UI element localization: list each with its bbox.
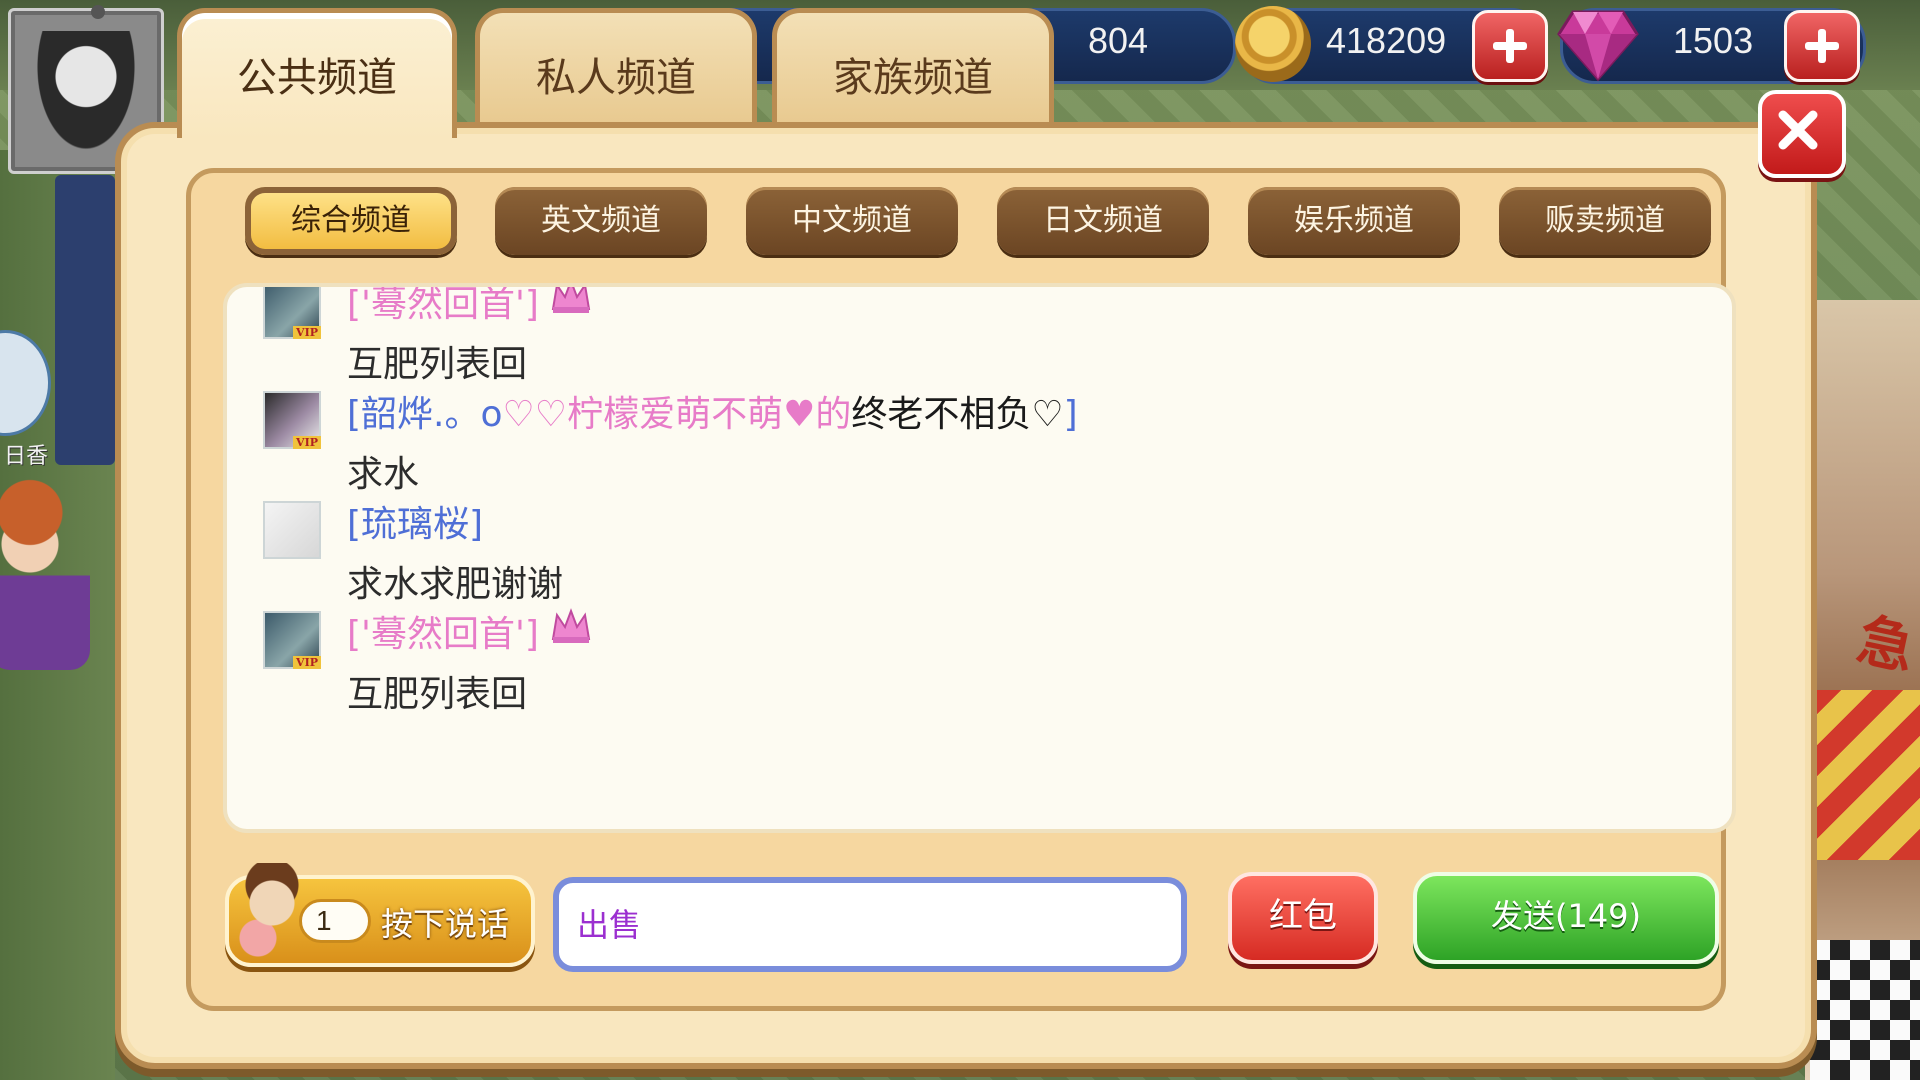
chat-message: VIP ['蓦然回首'] 互肥列表回	[227, 591, 1732, 725]
avatar-pin-icon	[91, 5, 105, 19]
sender-avatar[interactable]	[263, 501, 321, 559]
sender-name-part: [韶烨.。o	[347, 394, 503, 435]
chat-input[interactable]: 出售	[553, 877, 1187, 972]
subtab-japanese-channel[interactable]: 日文频道	[997, 187, 1209, 255]
tab-public-channel[interactable]: 公共频道	[177, 8, 457, 138]
add-coins-button[interactable]	[1472, 10, 1548, 82]
sender-name-part: ]	[1063, 394, 1078, 435]
subtab-general-channel[interactable]: 综合频道	[245, 187, 457, 255]
add-gems-button[interactable]	[1784, 10, 1860, 82]
gem-icon	[1557, 10, 1639, 82]
message-list[interactable]: VIP ['蓦然回首'] 互肥列表回 VIP [韶烨.。o♡♡柠檬爱萌不萌♥的终…	[223, 283, 1736, 833]
red-packet-button[interactable]: 红包	[1228, 872, 1378, 964]
voice-count: 1	[299, 899, 371, 943]
tab-family-channel[interactable]: 家族频道	[772, 8, 1054, 126]
subtab-entertainment-channel[interactable]: 娱乐频道	[1248, 187, 1460, 255]
blue-pillar	[55, 175, 115, 465]
hud-stat-value: 804	[1088, 20, 1149, 61]
sender-name-part: ♡♡柠檬爱萌不萌♥的	[502, 394, 852, 435]
close-icon	[1778, 110, 1818, 150]
send-button[interactable]: 发送(149)	[1413, 872, 1719, 964]
sender-avatar[interactable]: VIP	[263, 287, 321, 339]
message-text: 互肥列表回	[347, 674, 528, 715]
crown-icon	[551, 287, 591, 313]
sender-name[interactable]: ['蓦然回首']	[347, 605, 539, 657]
vip-badge: VIP	[293, 656, 321, 669]
subtab-chinese-channel[interactable]: 中文频道	[746, 187, 958, 255]
checker-floor	[1810, 940, 1920, 1080]
npc-character[interactable]	[0, 460, 90, 670]
sender-name[interactable]: [琉璃桜]	[347, 495, 483, 547]
mascot-icon	[237, 863, 307, 963]
close-button[interactable]	[1758, 90, 1846, 178]
vip-badge: VIP	[293, 326, 321, 339]
push-to-talk-button[interactable]: 1 按下说话	[225, 863, 535, 967]
avatar-face	[36, 31, 136, 151]
sender-avatar[interactable]: VIP	[263, 391, 321, 449]
coin-count: 418209	[1326, 20, 1447, 61]
subtab-english-channel[interactable]: 英文频道	[495, 187, 707, 255]
push-to-talk-label: 按下说话	[381, 905, 510, 943]
crown-icon	[551, 608, 591, 643]
sender-name-part: 终老不相负♡	[851, 394, 1064, 435]
striped-awning	[1810, 690, 1920, 860]
coin-icon	[1235, 6, 1311, 82]
sender-name[interactable]: ['蓦然回首']	[347, 287, 539, 327]
sender-name[interactable]: [韶烨.。o♡♡柠檬爱萌不萌♥的终老不相负♡]	[347, 385, 1078, 437]
subtab-trade-channel[interactable]: 贩卖频道	[1499, 187, 1711, 255]
sender-avatar[interactable]: VIP	[263, 611, 321, 669]
vip-badge: VIP	[293, 436, 321, 449]
tab-private-channel[interactable]: 私人频道	[475, 8, 757, 126]
gem-count: 1503	[1673, 20, 1754, 61]
